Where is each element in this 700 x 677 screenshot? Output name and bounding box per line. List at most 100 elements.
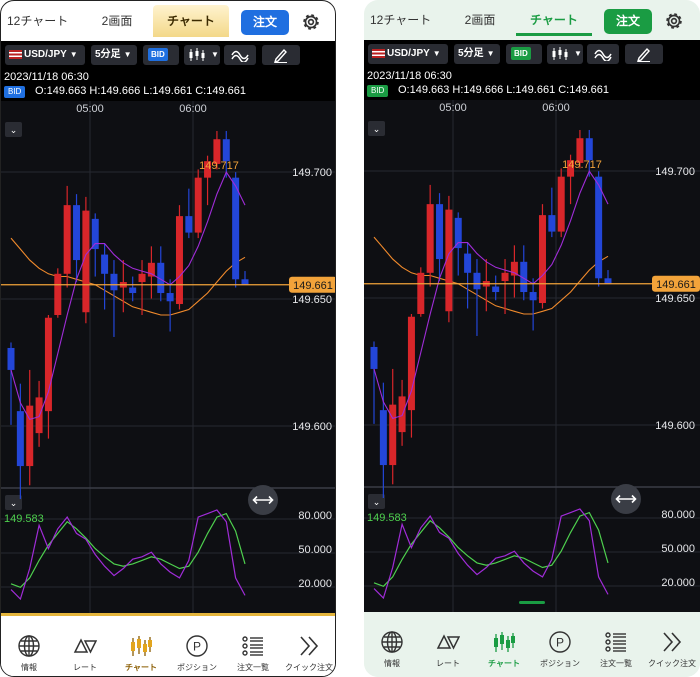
currency-pair-select[interactable]: USD/JPY ▼ [368,44,448,64]
sheet-handle[interactable] [156,602,182,605]
tab-chart[interactable]: チャート [516,4,592,36]
osc-label-20: 20.000 [661,577,695,589]
chevron-down-icon: ⌄ [10,498,18,508]
nav-info[interactable]: 情報 [364,612,420,674]
nav-info[interactable]: 情報 [1,616,57,676]
candlestick-chart-icon [131,636,152,656]
nav-chart-label: チャート [488,659,520,668]
tab-chart[interactable]: チャート [153,5,229,37]
bid-ask-select[interactable]: BID▼ [143,45,179,79]
ohlc-values: O:149.663 H:149.666 L:149.661 C:149.661 [35,85,247,97]
chart-toolbar: USD/JPY▼ 5分足▼ BID▼ ▼ [364,40,700,78]
candle-body [7,347,15,370]
nav-quick-order-label: クイック注文 [285,663,333,672]
order-button[interactable]: 注文 [241,10,289,35]
chart-toolbar: USD/JPY▼ 5分足▼ BID▼ ▼ [1,41,335,79]
nav-chart-label: チャート [125,663,157,672]
nav-position[interactable]: P ポジション [169,616,225,676]
candle-body [54,273,62,315]
currency-pair-label: USD/JPY [387,48,430,59]
candle-body [73,205,81,261]
price-label-149700: 149.700 [292,167,332,179]
candle-body [379,410,387,466]
draw-tool-button[interactable] [625,44,663,64]
nav-info-label: 情報 [21,663,37,672]
candle-body [194,177,202,233]
position-p-icon: P [549,631,571,653]
chevron-down-icon: ⌄ [10,125,18,135]
candlestick-icon [552,47,568,60]
nav-order-list[interactable]: 注文一覧 [225,616,281,676]
phone-screen-gold-theme: 12チャート 2画面 チャート 注文 USD/JPY▼ 5分足▼ BID▼ ▼ [0,0,336,677]
bid-tag: BID [4,86,26,98]
top-tab-bar: 12チャート 2画面 チャート 注文 [364,0,700,40]
current-price-label: 149.661 [656,279,696,291]
nav-quick-order[interactable]: クイック注文 [644,612,700,674]
candle-body [585,138,593,161]
nav-quick-order[interactable]: クイック注文 [281,616,335,676]
chart-type-select[interactable]: ▼ [184,45,220,65]
nav-chart[interactable]: チャート [113,616,169,676]
candle-body [426,204,434,273]
nav-rate[interactable]: レート [57,616,113,676]
oscillator-d-line [373,511,609,587]
timeframe-label: 5分足 [458,48,484,59]
candlestick-icon [189,48,205,61]
price-label-149600: 149.600 [292,421,332,433]
chevron-down-icon: ⌄ [373,124,381,134]
bid-ask-select[interactable]: BID▼ [506,44,542,78]
candle-body [129,287,137,294]
pencil-icon [636,47,650,62]
nav-order-list[interactable]: 注文一覧 [588,612,644,674]
moving-average-slow [10,237,246,316]
us-flag-icon [372,48,385,58]
candle-datetime: 2023/11/18 06:30 [367,70,452,82]
timeframe-label: 5分足 [95,49,121,60]
candle-body [101,254,109,274]
position-p-icon: P [186,635,208,657]
candle-body [548,215,556,232]
nav-position[interactable]: P ポジション [532,612,588,674]
currency-pair-select[interactable]: USD/JPY ▼ [5,45,85,65]
candle-body [147,262,155,277]
globe-icon [18,635,40,657]
order-button[interactable]: 注文 [604,9,652,34]
oscillator-d-line [10,512,246,588]
draw-tool-button[interactable] [262,45,300,65]
chart-canvas[interactable]: 05:00 06:00 149.700 149.650 149.600 80.0… [1,101,336,613]
tab-12-chart[interactable]: 12チャート [370,4,440,36]
timeframe-select[interactable]: 5分足 ▼ [454,44,500,64]
gear-icon[interactable] [300,11,322,33]
chart-area[interactable]: USD/JPY▼ 5分足▼ BID▼ ▼ 2023/11/18 06:30 BI… [364,40,700,612]
time-label-0600: 06:00 [542,102,570,114]
tab-2-screen[interactable]: 2画面 [450,4,510,36]
indicator-button[interactable] [224,45,256,65]
double-chevron-right-icon [663,632,682,652]
nav-quick-order-label: クイック注文 [648,659,696,668]
chart-area[interactable]: USD/JPY▼ 5分足▼ BID▼ ▼ 2023/11/18 06:30 BI… [1,41,336,613]
nav-position-label: ポジション [177,663,217,672]
nav-info-label: 情報 [384,659,400,668]
low-price-label: 149.583 [367,512,407,524]
chart-canvas[interactable]: 05:00 06:00 149.700 149.650 149.600 80.0… [364,100,700,612]
tab-12-chart[interactable]: 12チャート [7,5,77,37]
chevron-down-icon: ▼ [211,50,219,59]
indicator-button[interactable] [587,44,619,64]
nav-chart[interactable]: チャート [476,612,532,674]
timeframe-select[interactable]: 5分足 ▼ [91,45,137,65]
candle-body [91,218,99,250]
candle-body [166,293,174,302]
osc-label-80: 80.000 [298,510,332,522]
bid-label: BID [148,47,168,61]
gear-icon[interactable] [663,10,685,32]
bid-tag: BID [367,85,389,97]
tab-2-screen[interactable]: 2画面 [87,5,147,37]
candle-body [538,215,546,304]
sheet-handle[interactable] [519,601,545,604]
oscillator-k-line [373,508,609,600]
chart-type-select[interactable]: ▼ [547,44,583,64]
time-label-0500: 05:00 [439,102,467,114]
candle-body [473,272,481,290]
nav-rate[interactable]: レート [420,612,476,674]
candle-body [232,177,240,280]
